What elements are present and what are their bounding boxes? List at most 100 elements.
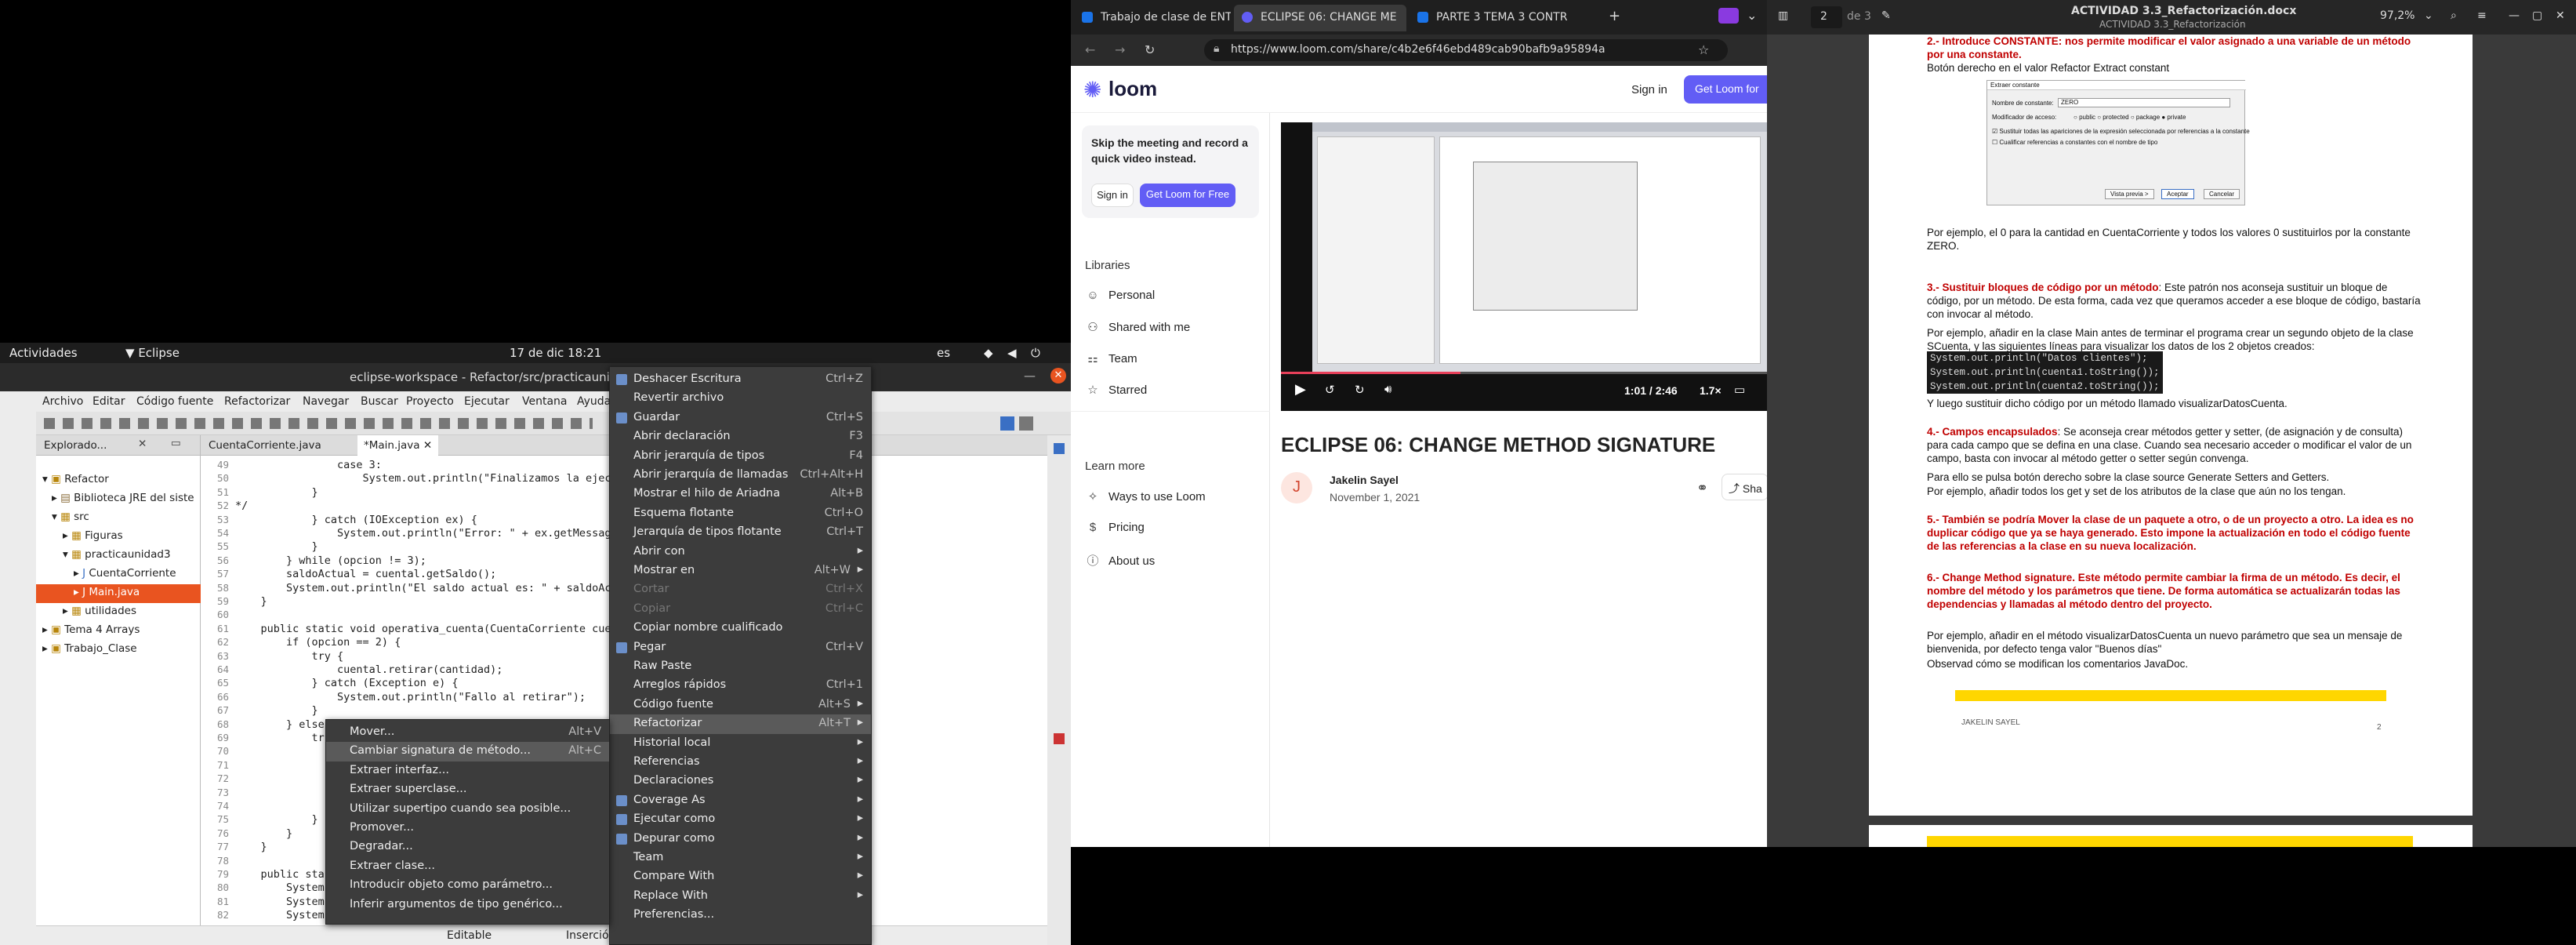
context-menu-item[interactable]: Ejecutar como ▸: [610, 810, 871, 830]
menu-navegar[interactable]: Navegar: [303, 395, 349, 408]
volume-icon[interactable]: 🔊︎: [1384, 383, 1391, 396]
back-icon[interactable]: ←: [1085, 42, 1095, 57]
forward-icon[interactable]: ↻: [1355, 383, 1365, 397]
code-line[interactable]: }: [235, 595, 267, 608]
menu-refactorizar[interactable]: Refactorizar: [224, 395, 290, 408]
menu-ventana[interactable]: Ventana: [522, 395, 568, 408]
keyboard-lang[interactable]: es: [937, 346, 950, 360]
context-menu-item[interactable]: Guardar Ctrl+S: [610, 409, 871, 428]
sidebar-toggle-icon[interactable]: ▥: [1778, 9, 1788, 22]
menu-ayuda[interactable]: Ayuda: [577, 395, 611, 408]
code-line[interactable]: public sta: [235, 868, 325, 881]
context-menu-item[interactable]: Abrir jerarquía de llamadas Ctrl+Alt+H: [610, 466, 871, 485]
context-menu-item[interactable]: Declaraciones ▸: [610, 772, 871, 791]
tree-item-trabajo-clase[interactable]: ▸ ▣ Trabajo_Clase: [42, 642, 137, 655]
menu-proyecto[interactable]: Proyecto: [406, 395, 454, 408]
menu-buscar[interactable]: Buscar: [361, 395, 398, 408]
code-line[interactable]: }: [235, 704, 318, 717]
refactor-submenu-item[interactable]: Cambiar signatura de método... Alt+C: [326, 742, 609, 762]
code-line[interactable]: tr: [235, 732, 325, 744]
annotate-icon[interactable]: ✎: [1881, 9, 1891, 22]
context-menu-item[interactable]: Deshacer Escritura Ctrl+Z: [610, 370, 871, 390]
nav-ways[interactable]: ✧ Ways to use Loom: [1085, 489, 1206, 503]
loom-brand[interactable]: loom: [1108, 77, 1157, 101]
context-menu-item[interactable]: Referencias ▸: [610, 753, 871, 772]
context-menu-item[interactable]: Compare With ▸: [610, 867, 871, 887]
bookmark-icon[interactable]: ☆: [1698, 42, 1709, 57]
minimize-icon[interactable]: —: [2509, 9, 2520, 22]
author-name[interactable]: Jakelin Sayel: [1330, 474, 1399, 486]
tree-item-cuentacorriente[interactable]: ▸ J CuentaCorriente: [74, 567, 176, 580]
context-menu-item[interactable]: Depurar como ▸: [610, 830, 871, 849]
signin-link[interactable]: Sign in: [1631, 83, 1667, 96]
play-icon[interactable]: ▶: [1295, 381, 1306, 398]
toolbar-icons[interactable]: [44, 418, 593, 429]
context-menu-item[interactable]: Abrir jerarquía de tipos F4: [610, 447, 871, 467]
context-menu-item[interactable]: Abrir declaración F3: [610, 427, 871, 447]
refactor-submenu-item[interactable]: Extraer superclase...: [326, 780, 609, 800]
code-line[interactable]: saldoActual = cuental.getSaldo();: [235, 568, 496, 580]
refactor-submenu-item[interactable]: Promover...: [326, 819, 609, 838]
tree-item-utilidades[interactable]: ▸ ▦ utilidades: [63, 605, 136, 617]
tree-item-src[interactable]: ▾ ▦ src: [52, 511, 89, 523]
promo-get-loom-button[interactable]: Get Loom for Free: [1140, 184, 1235, 207]
code-line[interactable]: } else: [235, 718, 325, 731]
refactor-submenu-item[interactable]: Inferir argumentos de tipo genérico...: [326, 896, 609, 915]
close-icon[interactable]: ✕: [2556, 9, 2565, 22]
code-line[interactable]: cuental.retirar(cantidad);: [235, 663, 503, 676]
rewind-icon[interactable]: ↺: [1325, 383, 1335, 397]
perspective-debug-icon[interactable]: [1019, 416, 1033, 431]
browser-tab-2[interactable]: ECLIPSE 06: CHANGE ME: [1234, 5, 1406, 31]
code-line[interactable]: System.out.println("El saldo actual es: …: [235, 582, 618, 594]
network-icon[interactable]: ◆: [984, 346, 993, 360]
code-line[interactable]: try {: [235, 650, 344, 663]
context-menu-item[interactable]: Pegar Ctrl+V: [610, 638, 871, 658]
volume-icon[interactable]: ◀: [1007, 346, 1017, 360]
tab-list-icon[interactable]: ⌄: [1747, 8, 1757, 23]
nav-about[interactable]: ⓘ About us: [1085, 552, 1155, 569]
minimize-icon[interactable]: ▭: [171, 437, 181, 449]
context-menu-item[interactable]: Copiar nombre cualificado: [610, 619, 871, 638]
context-menu-item[interactable]: Revertir archivo: [610, 389, 871, 409]
code-line[interactable]: }: [235, 841, 267, 853]
tree-item-main-java[interactable]: ▸ J Main.java: [36, 584, 201, 603]
context-menu-item[interactable]: Replace With ▸: [610, 887, 871, 907]
browser-tab-1[interactable]: Trabajo de clase de ENTO: [1074, 5, 1231, 31]
context-menu-item[interactable]: Abrir con ▸: [610, 543, 871, 562]
tree-item-jre[interactable]: ▸ ▤ Biblioteca JRE del siste: [52, 492, 194, 504]
outline-icon[interactable]: [1054, 443, 1065, 454]
context-menu-item[interactable]: Mostrar en Alt+W ▸: [610, 562, 871, 581]
url-bar[interactable]: 🔒︎ https://www.loom.com/share/c4b2e6f46e…: [1204, 39, 1728, 61]
video-player[interactable]: ▶ ↺ ↻ 🔊︎ 1:01 / 2:46 1.7× ▭: [1281, 122, 1767, 411]
context-menu-item[interactable]: Esquema flotante Ctrl+O: [610, 504, 871, 524]
context-menu-item[interactable]: Arreglos rápidos Ctrl+1: [610, 676, 871, 696]
editor-tab-cuentacorriente[interactable]: CuentaCorriente.java: [209, 439, 321, 452]
close-icon[interactable]: ✕: [1050, 368, 1066, 383]
link-icon[interactable]: ⚭: [1696, 480, 1708, 496]
refactor-submenu-item[interactable]: Mover... Alt+V: [326, 723, 609, 743]
clock[interactable]: 17 de dic 18:21: [510, 346, 601, 360]
menu-archivo[interactable]: Archivo: [42, 395, 83, 408]
refactor-submenu-item[interactable]: Extraer clase...: [326, 857, 609, 877]
fullscreen-icon[interactable]: ▭: [1734, 383, 1745, 397]
context-menu-item[interactable]: Raw Paste: [610, 657, 871, 677]
code-line[interactable]: } catch (IOException ex) {: [235, 514, 477, 526]
code-line[interactable]: }: [235, 827, 292, 840]
context-menu-item[interactable]: Mostrar el hilo de Ariadna Alt+B: [610, 485, 871, 504]
context-menu-item[interactable]: Código fuente Alt+S ▸: [610, 696, 871, 715]
tree-item-practicaunidad3[interactable]: ▾ ▦ practicaunidad3: [63, 548, 171, 561]
code-line[interactable]: System: [235, 881, 325, 894]
context-menu-item[interactable]: Team ▸: [610, 849, 871, 868]
share-button[interactable]: ⤴ Sha: [1722, 474, 1769, 500]
tree-item-refactor[interactable]: ▾ ▣ Refactor: [42, 473, 109, 485]
nav-pricing[interactable]: $ Pricing: [1085, 521, 1145, 534]
context-menu-item[interactable]: Cortar Ctrl+X: [610, 580, 871, 600]
search-icon[interactable]: ⌕: [2451, 9, 2457, 22]
menu-codigo-fuente[interactable]: Código fuente: [136, 395, 213, 408]
nav-shared[interactable]: ⚇ Shared with me: [1085, 320, 1190, 334]
refactor-submenu-item[interactable]: Extraer interfaz...: [326, 761, 609, 781]
code-line[interactable]: System: [235, 896, 325, 908]
code-line[interactable]: case 3:: [235, 459, 382, 471]
code-line[interactable]: System: [235, 909, 325, 921]
perspective-java-icon[interactable]: [1000, 416, 1014, 431]
